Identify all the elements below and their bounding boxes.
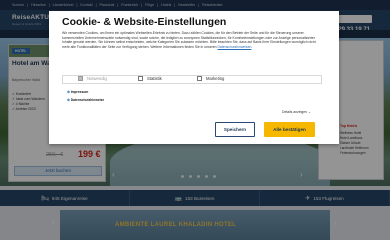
statistics-label[interactable]: Statistik <box>147 76 162 81</box>
accept-all-button[interactable]: Alle bestätigen <box>264 122 315 137</box>
necessary-label: Notwendig <box>87 76 107 81</box>
save-button[interactable]: Speichern <box>215 122 255 137</box>
chevron-down-icon: ⌄ <box>308 110 311 114</box>
privacy-link[interactable]: Datenschutzhinweisen <box>217 45 251 49</box>
legal-links: ⊕ Impressum ⊕ Datenschutzhinweise <box>67 88 104 104</box>
show-details-link[interactable]: Details anzeigen ⌄ <box>282 110 311 114</box>
statistics-checkbox[interactable] <box>138 76 143 81</box>
necessary-checkbox <box>78 76 83 81</box>
dialog-title: Cookie- & Website-Einstellungen <box>62 16 227 28</box>
imprint-link[interactable]: ⊕ Impressum <box>67 88 104 96</box>
marketing-label[interactable]: Marketing <box>206 76 224 81</box>
dialog-body-text: Wir verwenden Cookies, um Ihnen ein opti… <box>62 31 316 49</box>
privacy-notice-link[interactable]: ⊕ Datenschutzhinweise <box>67 96 104 104</box>
marketing-checkbox[interactable] <box>197 76 202 81</box>
dialog-description: Wir verwenden Cookies, um Ihnen ein opti… <box>62 31 316 49</box>
